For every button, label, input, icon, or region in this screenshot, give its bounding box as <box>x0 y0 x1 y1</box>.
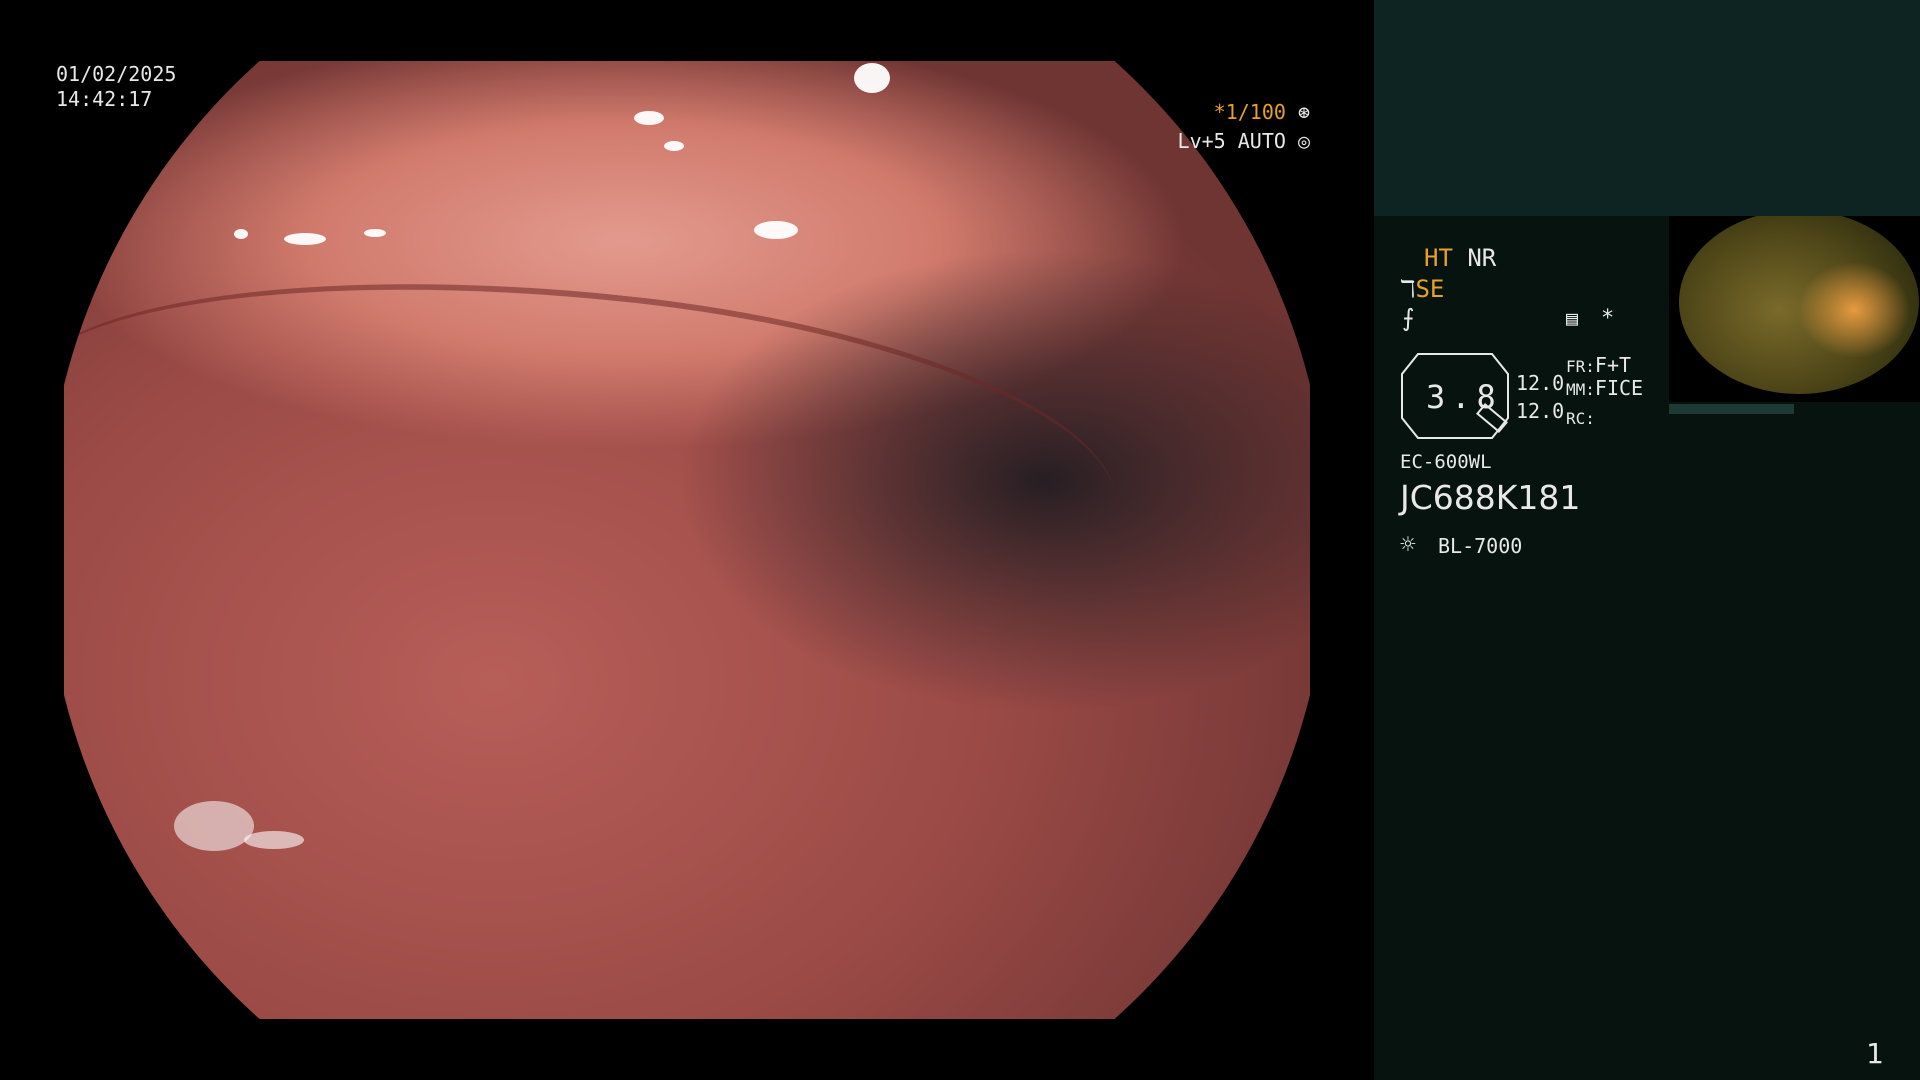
mm-label: MM: <box>1566 380 1595 399</box>
nr-label: NR <box>1467 244 1497 272</box>
glare-spot <box>234 229 248 239</box>
shutter-value: *1/100 <box>1213 100 1286 124</box>
thumbnail-image <box>1679 216 1919 394</box>
thumbnail[interactable] <box>1669 216 1920 402</box>
panel-top <box>1374 0 1920 216</box>
scope-model: EC-600WL <box>1400 451 1492 473</box>
scope-icon: ℸ <box>1400 275 1416 303</box>
glare-spot <box>364 229 386 237</box>
light-source: BL-7000 <box>1438 534 1523 558</box>
ht-nr-row: HT NR <box>1424 244 1496 272</box>
date-text: 01/02/2025 <box>56 62 177 86</box>
level-value: Lv+5 AUTO <box>1177 129 1286 153</box>
rc-row: RC: <box>1566 402 1595 430</box>
page-number: 1 <box>1866 1037 1884 1070</box>
rc-label: RC: <box>1566 409 1595 428</box>
lamp-icon: ☼ <box>1400 530 1416 560</box>
glare-spot <box>664 141 684 151</box>
value-2: 12.0 <box>1516 399 1565 423</box>
thumbnail-bar <box>1669 404 1794 414</box>
glare-spot <box>244 831 304 849</box>
freeze-icon: ⨍ <box>1402 304 1415 332</box>
asterisk-icon: * <box>1601 306 1615 331</box>
value-1: 12.0 <box>1516 371 1565 395</box>
zoom-value: 3.8 <box>1426 378 1502 416</box>
ht-label: HT <box>1424 244 1453 272</box>
glare-spot <box>754 221 798 239</box>
glare-spot <box>854 63 890 93</box>
time-text: 14:42:17 <box>56 87 153 111</box>
glare-spot <box>284 233 326 245</box>
timestamp: 01/02/2025 14:42:17 <box>56 62 176 112</box>
shutter-icon: ⊛ <box>1285 100 1310 124</box>
memo-icon: ▤ <box>1566 306 1579 330</box>
scope-serial: JC688K181 <box>1400 478 1581 517</box>
se-label: SE <box>1415 275 1445 303</box>
glare-spot <box>174 801 254 851</box>
mm-row: MM:FICE <box>1566 373 1643 401</box>
auto-icon: ◎ <box>1285 129 1310 153</box>
se-row: ℸSE <box>1400 275 1444 303</box>
mm-value: FICE <box>1594 376 1644 400</box>
mucosal-fold <box>45 234 1132 554</box>
glare-spot <box>634 111 664 125</box>
shutter-info: *1/100 ⊛ Lv+5 AUTO ◎ <box>1178 98 1310 156</box>
endoscope-view <box>45 61 1310 1019</box>
